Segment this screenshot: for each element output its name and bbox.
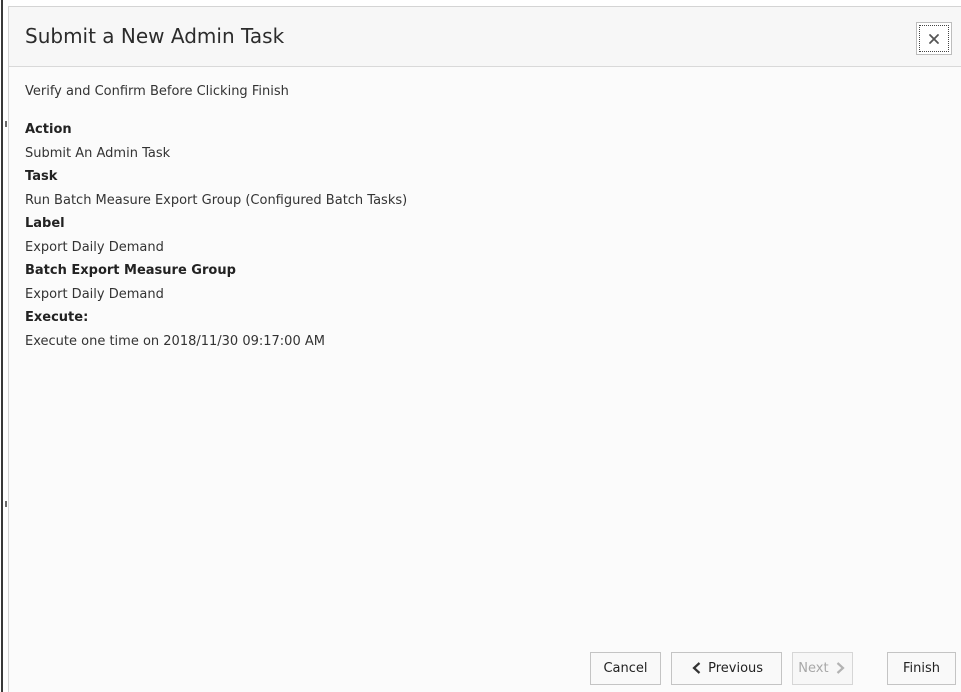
execute-label: Execute: (25, 310, 89, 325)
summary-fields: Action Submit An Admin Task Task Run Bat… (25, 121, 945, 356)
action-label: Action (25, 122, 72, 137)
left-window-edge (0, 0, 7, 692)
left-border-line (1, 0, 3, 692)
admin-task-dialog: Submit a New Admin Task Verify and Confi… (8, 6, 961, 692)
previous-button-label: Previous (708, 661, 764, 676)
previous-button[interactable]: Previous (671, 652, 782, 685)
dialog-body: Verify and Confirm Before Clicking Finis… (25, 83, 945, 356)
label-value: Export Daily Demand (25, 239, 164, 255)
edge-tick (5, 501, 7, 507)
chevron-left-icon (692, 661, 701, 674)
chevron-right-icon (836, 661, 845, 674)
close-icon (929, 33, 939, 44)
task-value: Run Batch Measure Export Group (Configur… (25, 192, 408, 208)
task-label: Task (25, 169, 58, 184)
dialog-header: Submit a New Admin Task (9, 7, 961, 67)
action-value: Submit An Admin Task (25, 145, 171, 161)
dialog-footer: Cancel Previous Next Finish (9, 645, 961, 685)
dialog-title: Submit a New Admin Task (25, 24, 285, 48)
cancel-button[interactable]: Cancel (590, 652, 661, 685)
execute-value: Execute one time on 2018/11/30 09:17:00 … (25, 333, 325, 349)
next-button[interactable]: Next (792, 652, 853, 685)
label-label: Label (25, 216, 65, 231)
batch-export-measure-group-value: Export Daily Demand (25, 286, 164, 302)
edge-tick (5, 121, 7, 127)
next-button-label: Next (798, 661, 829, 676)
close-button-focus-ring (919, 25, 949, 52)
cancel-button-label: Cancel (603, 661, 648, 676)
batch-export-measure-group-label: Batch Export Measure Group (25, 263, 236, 278)
close-button[interactable] (916, 22, 952, 55)
instruction-text: Verify and Confirm Before Clicking Finis… (25, 84, 289, 99)
finish-button-label: Finish (902, 661, 940, 676)
finish-button[interactable]: Finish (887, 652, 956, 685)
